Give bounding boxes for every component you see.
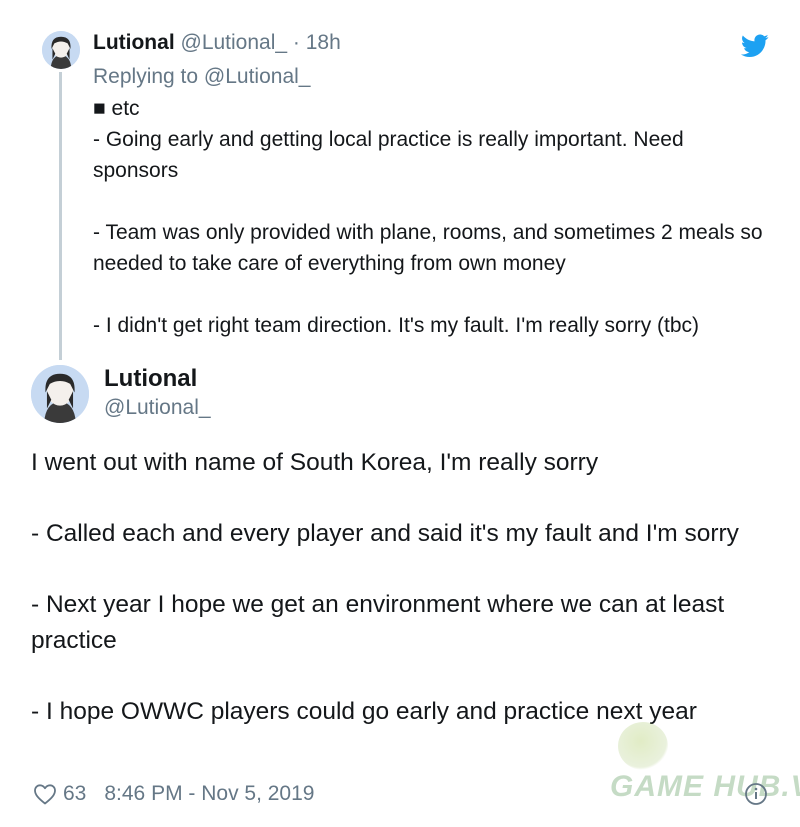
replying-to-prefix: Replying to xyxy=(93,65,199,88)
avatar-illustration xyxy=(42,31,80,69)
watermark-logo-icon xyxy=(618,722,668,770)
watermark: GAME HUB.VN xyxy=(610,770,800,803)
parent-author-name[interactable]: Lutional xyxy=(93,31,175,54)
main-tweet-paragraph: I went out with name of South Korea, I'm… xyxy=(31,449,599,476)
parent-tweet-time[interactable]: 18h xyxy=(306,31,341,54)
parent-avatar[interactable] xyxy=(42,31,80,69)
heart-icon[interactable] xyxy=(33,783,57,805)
main-tweet-paragraph: - Next year I hope we get an environment… xyxy=(31,591,725,654)
parent-tweet-line: - Going early and getting local practice… xyxy=(93,128,684,182)
main-avatar[interactable] xyxy=(31,365,89,423)
tweet-timestamp[interactable]: 8:46 PM - Nov 5, 2019 xyxy=(104,782,314,806)
twitter-bird-icon[interactable] xyxy=(740,34,769,58)
main-tweet-paragraph: - I hope OWWC players could go early and… xyxy=(31,697,697,725)
parent-author-handle[interactable]: @Lutional_ xyxy=(181,31,288,54)
info-icon[interactable] xyxy=(744,782,768,806)
tweet-footer: 63 8:46 PM - Nov 5, 2019 xyxy=(33,782,314,806)
main-author-handle[interactable]: @Lutional_ xyxy=(104,396,211,420)
parent-tweet-line: - Team was only provided with plane, roo… xyxy=(93,221,763,275)
header-separator: · xyxy=(292,31,300,54)
parent-tweet-header: Lutional @Lutional_ · 18h xyxy=(93,31,341,55)
parent-tweet-line: ■ etc xyxy=(93,97,140,120)
main-author-name[interactable]: Lutional xyxy=(104,365,197,393)
avatar-illustration xyxy=(31,365,89,423)
like-count[interactable]: 63 xyxy=(63,782,86,806)
replying-to-line: Replying to @Lutional_ xyxy=(93,65,310,89)
thread-connector-line xyxy=(59,72,62,360)
parent-tweet-text: ■ etc - Going early and getting local pr… xyxy=(93,93,773,341)
replying-to-mention[interactable]: @Lutional_ xyxy=(204,65,311,88)
main-tweet-paragraph: - Called each and every player and said … xyxy=(31,520,739,547)
parent-tweet-line: - I didn't get right team direction. It'… xyxy=(93,314,700,337)
main-tweet-text: I went out with name of South Korea, I'm… xyxy=(31,445,781,729)
